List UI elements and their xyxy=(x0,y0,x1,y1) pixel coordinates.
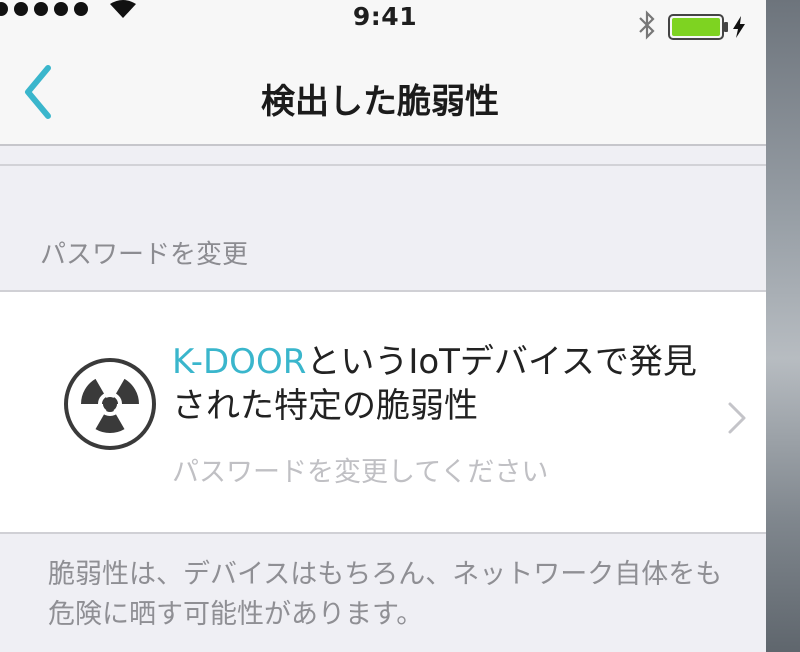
phone-screen: 9:41 検出した脆弱性 パスワードを変更 K-DOORというIoTデバイスで発… xyxy=(0,0,767,652)
vulnerability-title: K-DOORというIoTデバイスで発見された特定の脆弱性 xyxy=(172,340,712,428)
vulnerability-cell[interactable]: K-DOORというIoTデバイスで発見された特定の脆弱性 パスワードを変更してく… xyxy=(0,290,766,534)
chevron-right-icon xyxy=(728,402,746,434)
section-header: パスワードを変更 xyxy=(40,240,249,270)
footer-note: 脆弱性は、デバイスはもちろん、ネットワーク自体をも危険に晒す可能性があります。 xyxy=(48,559,723,630)
wifi-icon xyxy=(110,0,136,18)
navigation-bar: 検出した脆弱性 xyxy=(0,40,766,146)
status-bar: 9:41 xyxy=(0,0,766,40)
divider xyxy=(0,164,766,166)
vulnerability-action: パスワードを変更してください xyxy=(172,457,549,488)
charging-icon xyxy=(733,16,745,38)
device-name: K-DOOR xyxy=(172,342,307,382)
battery-icon xyxy=(668,14,728,40)
device-edge xyxy=(766,0,800,652)
page-title: 検出した脆弱性 xyxy=(261,82,499,122)
bluetooth-icon xyxy=(639,10,655,40)
status-time: 9:41 xyxy=(352,2,418,31)
radiation-icon xyxy=(64,358,156,450)
back-button[interactable] xyxy=(10,52,70,122)
